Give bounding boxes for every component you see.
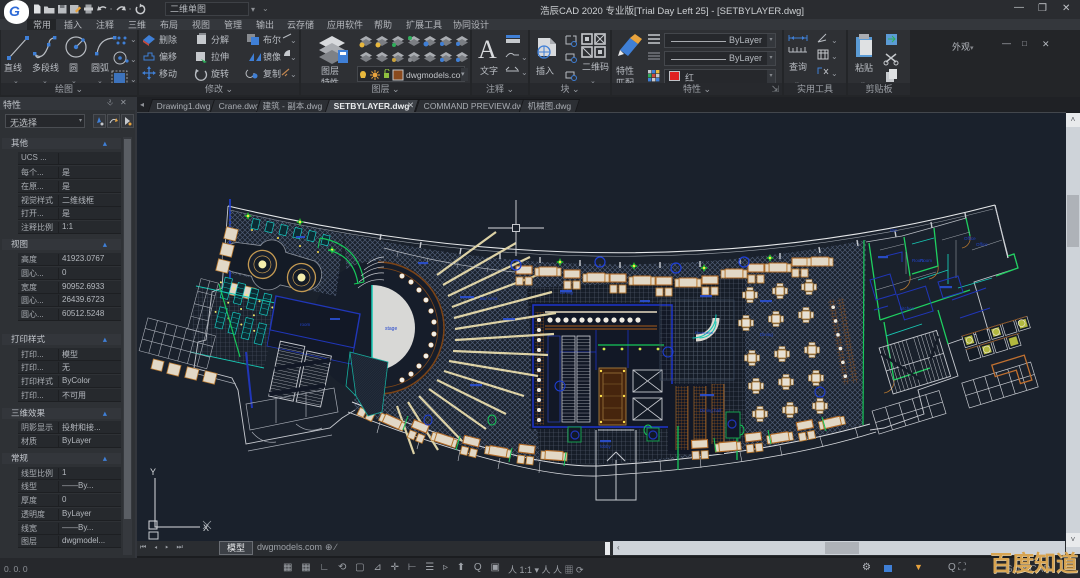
svg-text:直线: 直线 xyxy=(4,62,22,73)
svg-text:粘贴: 粘贴 xyxy=(855,62,873,73)
svg-text:Reception: Reception xyxy=(695,330,713,335)
svg-text:Bar Area: Bar Area xyxy=(480,296,498,301)
svg-text:⌄: ⌄ xyxy=(290,70,297,79)
svg-text:Office: Office xyxy=(976,242,988,247)
svg-text:⌄: ⌄ xyxy=(521,68,528,77)
svg-text:WC: WC xyxy=(890,228,898,233)
svg-text:二维码: 二维码 xyxy=(582,61,609,72)
svg-text:移动: 移动 xyxy=(159,68,177,79)
svg-text:布尔: 布尔 xyxy=(263,34,281,45)
svg-text:特性: 特性 xyxy=(616,65,634,76)
svg-text:文字: 文字 xyxy=(480,65,498,76)
svg-text:查询: 查询 xyxy=(789,61,807,72)
svg-text:⌄: ⌄ xyxy=(130,55,137,64)
svg-text:Room: Room xyxy=(912,258,924,263)
svg-text:⌄: ⌄ xyxy=(130,35,137,44)
svg-text:room: room xyxy=(300,322,311,327)
svg-text:lobby: lobby xyxy=(600,444,612,449)
svg-text:⌄: ⌄ xyxy=(831,69,838,78)
svg-text:Dining: Dining xyxy=(760,332,773,337)
svg-text:⌄: ⌄ xyxy=(290,53,297,62)
svg-text:stage: stage xyxy=(385,326,397,332)
svg-text:复制: 复制 xyxy=(263,68,281,79)
svg-text:kitchen: kitchen xyxy=(900,306,915,311)
svg-text:圆弧: 圆弧 xyxy=(91,62,109,73)
svg-text:Office: Office xyxy=(964,236,976,241)
svg-text:图层: 图层 xyxy=(321,66,339,76)
svg-text:Y: Y xyxy=(150,467,156,477)
svg-text:分解: 分解 xyxy=(211,34,229,45)
svg-text:圆: 圆 xyxy=(69,63,78,73)
svg-text:拉伸: 拉伸 xyxy=(211,51,229,62)
svg-text:⌄: ⌄ xyxy=(831,36,838,45)
svg-text:Dining hall: Dining hall xyxy=(700,408,721,413)
svg-text:⌄: ⌄ xyxy=(831,52,838,61)
svg-text:旋转: 旋转 xyxy=(211,68,229,79)
svg-text:⌄: ⌄ xyxy=(290,36,297,45)
svg-text:多段线: 多段线 xyxy=(32,62,59,73)
svg-text:删除: 删除 xyxy=(159,34,177,45)
svg-text:镜像: 镜像 xyxy=(263,51,281,62)
svg-text:偏移: 偏移 xyxy=(159,51,177,62)
svg-text:插入: 插入 xyxy=(536,65,554,76)
svg-text:⌄: ⌄ xyxy=(521,53,528,62)
svg-text:A: A xyxy=(478,35,497,64)
